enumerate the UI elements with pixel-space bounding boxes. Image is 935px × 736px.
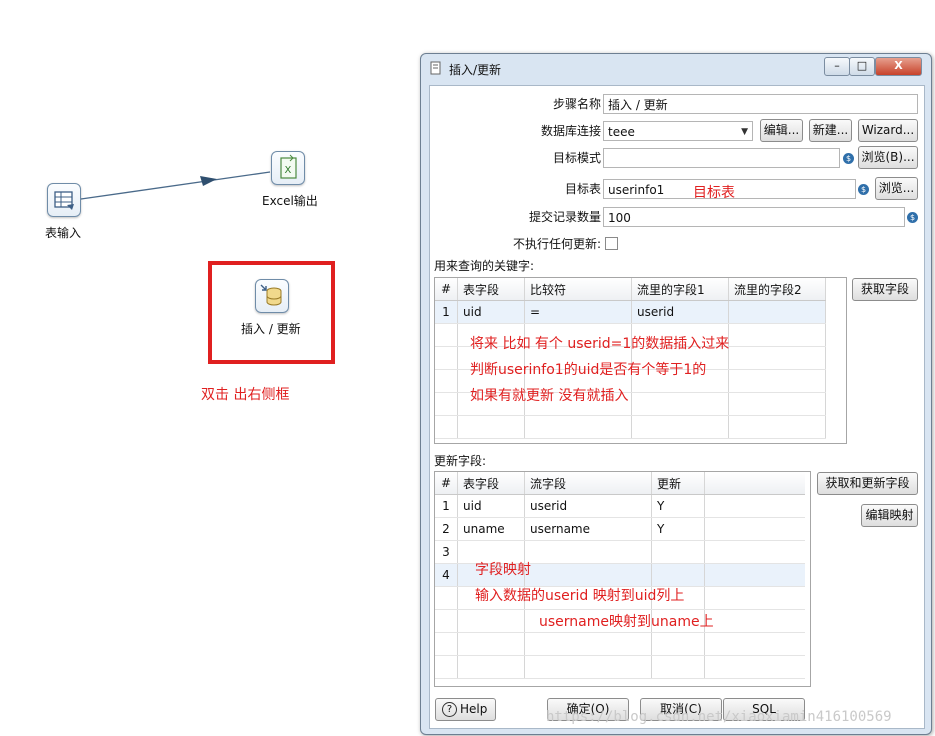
db-connection-label: 数据库连接: [540, 124, 601, 138]
table-row[interactable]: 1 uid userid Y: [435, 494, 805, 518]
target-schema-input[interactable]: [603, 148, 840, 168]
get-fields-button[interactable]: 获取字段: [852, 278, 918, 301]
watermark: https://blog.csdn.net/xiaoxiamin41610056…: [546, 709, 892, 725]
dialog-body: 步骤名称 插入 / 更新 数据库连接 teee ▼ 编辑... 新建... Wi…: [429, 85, 925, 729]
table-icon: [54, 191, 74, 210]
variable-icon: $: [907, 212, 918, 223]
column-header[interactable]: 更新: [651, 472, 705, 495]
insert-update-step[interactable]: [255, 279, 289, 313]
variable-icon: $: [858, 184, 869, 195]
browse-table-button[interactable]: 浏览...: [875, 177, 918, 200]
table-header-row: # 表字段 比较符 流里的字段1 流里的字段2: [435, 278, 826, 301]
target-schema-label: 目标模式: [552, 151, 601, 165]
column-header[interactable]: 表字段: [457, 278, 525, 301]
commit-size-label: 提交记录数量: [528, 210, 601, 224]
excel-output-step[interactable]: X: [271, 151, 305, 185]
help-label: Help: [460, 702, 488, 716]
table-header-row: # 表字段 流字段 更新: [435, 472, 805, 495]
dialog-app-icon: [430, 61, 441, 75]
step-name-label: 步骤名称: [552, 97, 601, 111]
hop-arrows: [80, 171, 271, 200]
excel-icon-letter: X: [285, 165, 292, 176]
help-button[interactable]: ? Help: [435, 698, 496, 721]
mapping-note-2: 输入数据的userid 映射到uid列上: [475, 588, 685, 604]
table-input-label: 表输入: [45, 226, 82, 240]
target-table-note: 目标表: [693, 185, 735, 201]
edit-connection-button[interactable]: 编辑...: [760, 119, 803, 142]
browse-schema-button[interactable]: 浏览(B)...: [858, 146, 918, 169]
dropdown-arrow-icon: ▼: [741, 127, 748, 137]
table-row[interactable]: 2 uname username Y: [435, 517, 805, 541]
hop-arrowhead: [200, 176, 217, 186]
table-input-step[interactable]: [47, 183, 81, 217]
dialog-title: 插入/更新: [449, 63, 502, 77]
lookup-note-1: 将来 比如 有个 userid=1的数据插入过来: [470, 336, 730, 352]
step-name-input[interactable]: 插入 / 更新: [603, 94, 918, 114]
no-update-checkbox[interactable]: [605, 237, 618, 250]
table-row[interactable]: 1 uid = userid: [435, 300, 826, 324]
new-connection-button[interactable]: 新建...: [809, 119, 852, 142]
minimize-button[interactable]: –: [824, 57, 850, 76]
help-icon: ?: [442, 702, 457, 717]
update-fields-label: 更新字段:: [434, 454, 487, 468]
column-header[interactable]: 表字段: [457, 472, 525, 495]
column-header[interactable]: #: [435, 472, 458, 495]
database-update-icon: [260, 284, 282, 306]
edit-mapping-button[interactable]: 编辑映射: [861, 504, 918, 527]
lookup-note-2: 判断userinfo1的uid是否有个等于1的: [470, 362, 707, 378]
column-header[interactable]: #: [435, 278, 458, 301]
target-table-value: userinfo1: [608, 183, 665, 197]
column-header[interactable]: 比较符: [524, 278, 632, 301]
table-row[interactable]: [435, 632, 805, 656]
column-header[interactable]: 流里的字段2: [728, 278, 826, 301]
get-update-fields-button[interactable]: 获取和更新字段: [817, 472, 918, 495]
excel-output-label: Excel输出: [262, 194, 318, 208]
mapping-note-1: 字段映射: [475, 562, 531, 578]
db-connection-select[interactable]: teee ▼: [603, 121, 753, 141]
lookup-keys-label: 用来查询的关键字:: [434, 259, 535, 273]
no-update-label: 不执行任何更新:: [512, 237, 601, 251]
variable-icon: $: [843, 153, 854, 164]
target-table-label: 目标表: [564, 182, 601, 196]
hop-table-to-excel[interactable]: [80, 171, 271, 200]
maximize-button[interactable]: □: [849, 57, 875, 76]
table-row[interactable]: [435, 415, 826, 439]
db-connection-value: teee: [608, 125, 635, 139]
wizard-button[interactable]: Wizard...: [858, 119, 918, 142]
column-header[interactable]: 流里的字段1: [631, 278, 729, 301]
commit-size-input[interactable]: 100: [603, 207, 905, 227]
lookup-note-3: 如果有就更新 没有就插入: [470, 388, 629, 404]
mapping-note-3: username映射到uname上: [539, 614, 714, 630]
dialog-titlebar[interactable]: 插入/更新 – □ X: [421, 54, 931, 82]
double-click-annotation: 双击 出右侧框: [201, 387, 290, 403]
table-row[interactable]: [435, 655, 805, 679]
close-button[interactable]: X: [875, 57, 922, 76]
insert-update-dialog: 插入/更新 – □ X 步骤名称 插入 / 更新 数据库连接 teee ▼ 编辑…: [420, 53, 932, 735]
update-fields-table[interactable]: # 表字段 流字段 更新 1 uid userid Y 2 uname user…: [434, 471, 811, 687]
column-header[interactable]: 流字段: [524, 472, 652, 495]
excel-icon: X: [280, 154, 297, 179]
insert-update-label: 插入 / 更新: [241, 322, 301, 336]
